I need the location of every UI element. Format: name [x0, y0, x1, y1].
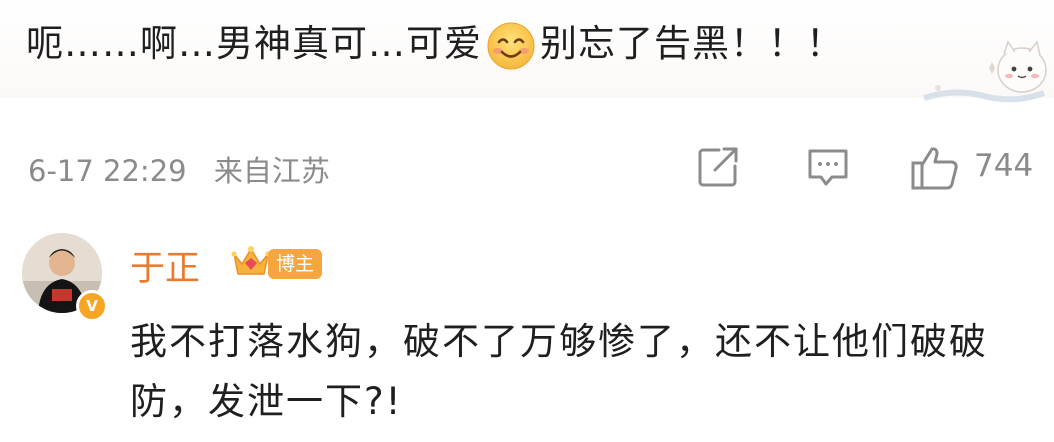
comment-block: 呃……啊…男神真可…可爱 别忘了告黑！！！	[0, 0, 1054, 103]
crown-icon	[231, 244, 271, 284]
verified-badge-icon: V	[76, 290, 108, 322]
comment-text: 呃……啊…男神真可…可爱 别忘了告黑！！！	[26, 14, 844, 74]
reply-text: 我不打落水狗，破不了万够惨了，还不让他们破破防，发泄一下?!	[130, 320, 988, 423]
share-icon[interactable]	[695, 144, 741, 194]
reply-username[interactable]: 于正	[130, 240, 200, 291]
like-count: 744	[974, 148, 1034, 184]
smiling-face-emoji-icon	[486, 21, 536, 71]
comment-text-before-emoji: 呃……啊…男神真可…可爱	[26, 22, 482, 65]
comment-text-after-emoji: 别忘了告黑！！！	[540, 22, 844, 65]
comment-location: 来自江苏	[213, 154, 330, 188]
comment-date: 6-17 22:29	[28, 154, 187, 188]
comment-icon[interactable]	[804, 144, 852, 196]
comment-meta: 6-17 22:29 来自江苏	[28, 148, 330, 190]
blogger-badge: 博主	[268, 249, 323, 279]
cat-sticker-decoration-icon	[914, 38, 1054, 113]
like-thumb-icon[interactable]	[910, 144, 962, 196]
